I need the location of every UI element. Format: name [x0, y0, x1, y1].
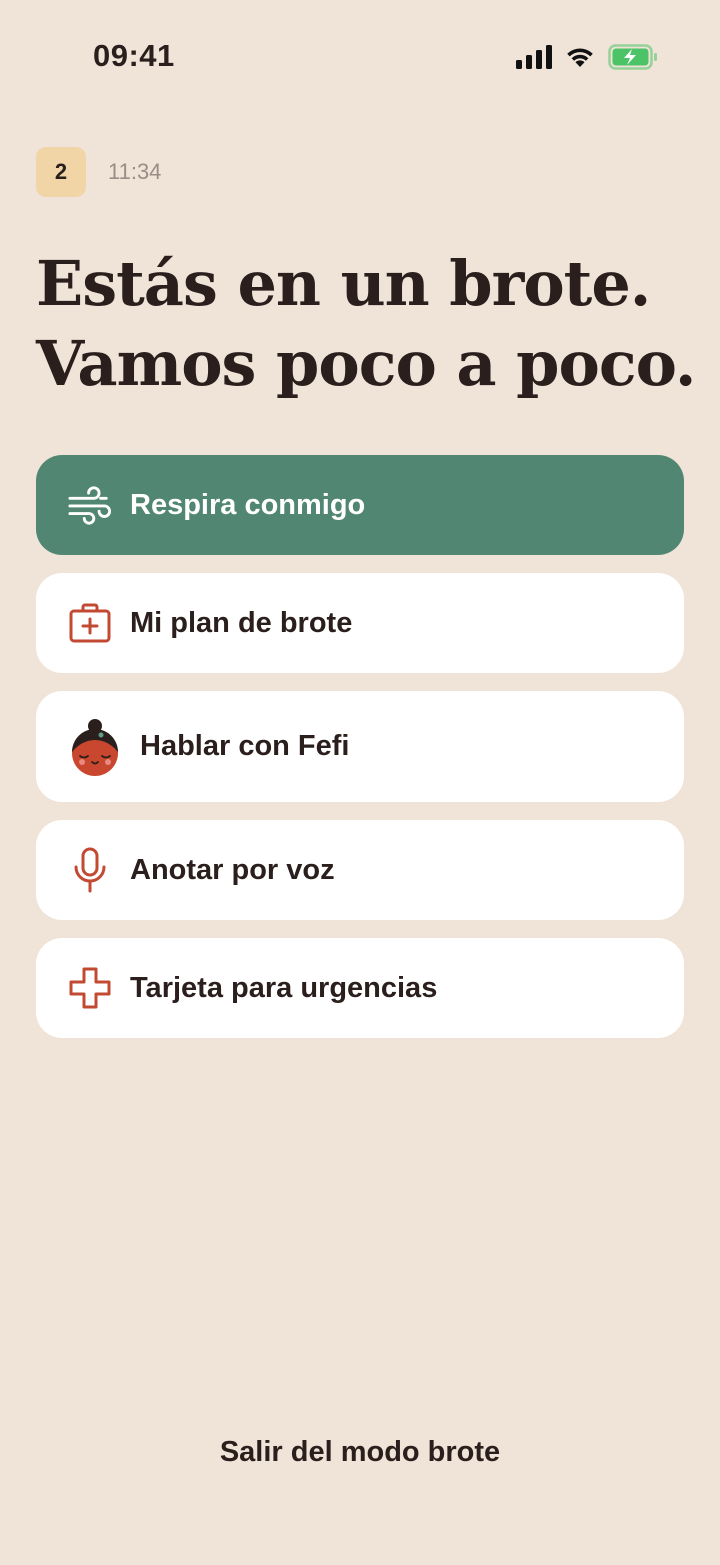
header-time: 11:34: [108, 159, 162, 184]
wifi-icon: [564, 45, 596, 74]
status-bar: 09:41: [0, 0, 720, 116]
flare-plan-button[interactable]: Mi plan de brote: [36, 573, 684, 673]
day-badge: 2: [36, 147, 86, 197]
talk-to-fefi-button[interactable]: Hablar con Fefi: [36, 691, 684, 802]
first-aid-kit-icon: [68, 601, 112, 645]
header-row: 2 11:34: [36, 147, 161, 197]
action-list: Respira conmigo Mi plan de brote Hablar …: [36, 455, 684, 1056]
status-icons: [516, 44, 658, 75]
wind-icon: [68, 483, 112, 527]
page-title-line-1: Estás en un brote.: [36, 247, 651, 320]
microphone-icon: [68, 847, 112, 893]
battery-charging-icon: [608, 44, 658, 75]
exit-flare-mode-link[interactable]: Salir del modo brote: [0, 1436, 720, 1469]
emergency-card-button[interactable]: Tarjeta para urgencias: [36, 938, 684, 1038]
medical-cross-icon: [68, 966, 112, 1010]
talk-to-fefi-button-label: Hablar con Fefi: [140, 730, 350, 762]
fefi-avatar-icon: [68, 718, 122, 776]
page-title: Estás en un brote. Vamos poco a poco.: [36, 244, 697, 404]
breathe-button[interactable]: Respira conmigo: [36, 455, 684, 555]
emergency-card-button-label: Tarjeta para urgencias: [130, 971, 438, 1004]
cellular-signal-icon: [516, 45, 552, 74]
breathe-button-label: Respira conmigo: [130, 488, 366, 521]
flare-plan-button-label: Mi plan de brote: [130, 606, 353, 639]
status-time: 09:41: [93, 38, 175, 73]
voice-note-button[interactable]: Anotar por voz: [36, 820, 684, 920]
page-title-line-2: Vamos poco a poco.: [36, 327, 697, 400]
voice-note-button-label: Anotar por voz: [130, 853, 335, 886]
